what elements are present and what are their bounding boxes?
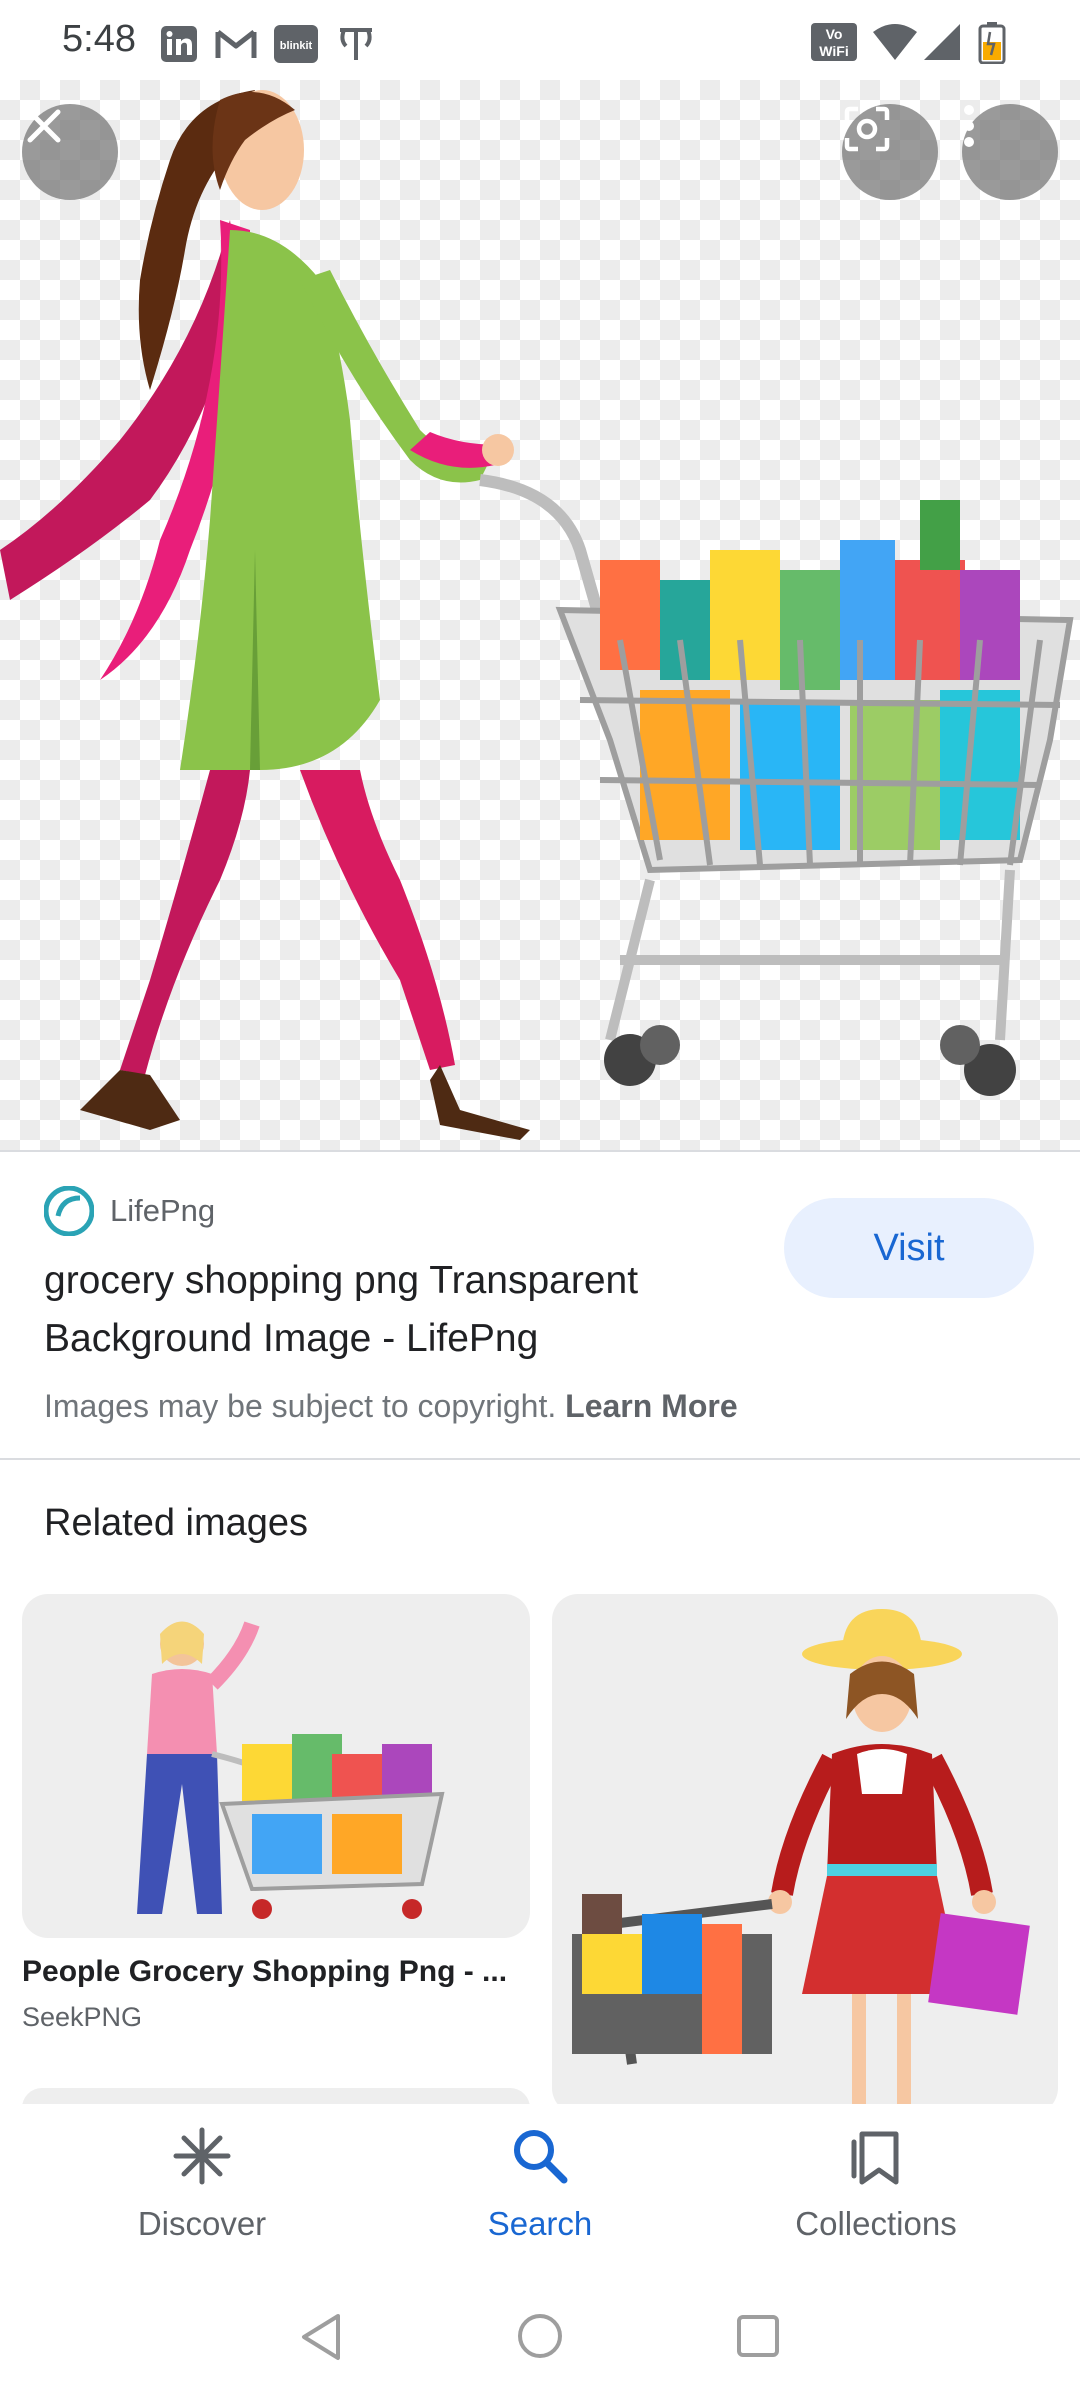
signal-icon	[922, 22, 962, 67]
copyright-text: Images may be subject to copyright.	[44, 1388, 557, 1424]
source-row[interactable]: LifePng	[43, 1185, 216, 1237]
close-button[interactable]	[22, 104, 118, 200]
copyright-notice: Images may be subject to copyright. Lear…	[44, 1388, 738, 1425]
blinkit-icon: blinkit	[274, 24, 318, 64]
more-options-button[interactable]	[962, 104, 1058, 200]
related-thumbnail	[572, 1609, 1030, 2114]
blinkit-label: blinkit	[280, 40, 313, 52]
vowifi-icon: Vo WiFi	[810, 22, 858, 67]
vowifi-line2: WiFi	[819, 43, 848, 59]
nav-discover[interactable]: Discover	[52, 2124, 352, 2243]
related-image-card[interactable]	[552, 1594, 1058, 2114]
nav-collections[interactable]: Collections	[726, 2124, 1026, 2243]
vowifi-line1: Vo	[826, 26, 843, 42]
collections-icon	[844, 2124, 908, 2193]
related-thumbnail	[137, 1621, 445, 1919]
linkedin-icon	[160, 24, 198, 64]
back-icon[interactable]	[298, 2312, 344, 2367]
result-title[interactable]: grocery shopping png Transparent Backgro…	[44, 1252, 744, 1368]
related-image-card[interactable]	[22, 1594, 530, 1938]
related-item-source: SeekPNG	[22, 2002, 143, 2032]
battery-icon	[978, 22, 1006, 69]
shopping-woman-illustration	[0, 90, 1074, 1140]
nav-discover-label: Discover	[137, 2205, 267, 2242]
search-icon	[508, 2124, 572, 2193]
section-divider	[0, 1458, 1080, 1460]
gmail-icon	[215, 24, 257, 64]
nav-collections-label: Collections	[795, 2205, 957, 2242]
status-time: 5:48	[62, 18, 136, 60]
nav-search[interactable]: Search	[390, 2124, 690, 2243]
nav-search-label: Search	[487, 2205, 593, 2242]
related-images-heading: Related images	[44, 1502, 309, 1544]
image-divider	[0, 1150, 1080, 1152]
wifi-icon	[872, 22, 918, 67]
lens-button[interactable]	[842, 104, 938, 200]
asterisk-icon	[170, 2124, 234, 2193]
status-bar: 5:48 blinkit Vo WiFi	[0, 0, 1080, 80]
lifepng-logo-icon	[43, 1185, 95, 1237]
learn-more-link[interactable]: Learn More	[565, 1388, 737, 1424]
preview-image[interactable]	[0, 80, 1080, 1150]
home-icon[interactable]	[516, 2312, 564, 2365]
visit-button[interactable]: Visit	[784, 1198, 1034, 1298]
text-icon	[336, 24, 376, 64]
source-name: LifePng	[110, 1193, 216, 1228]
system-navigation-bar	[0, 2284, 1080, 2400]
related-item-title[interactable]: People Grocery Shopping Png - ...	[22, 1955, 507, 1989]
bottom-navigation: Discover Search Collections	[0, 2104, 1080, 2284]
recents-icon[interactable]	[736, 2314, 780, 2363]
